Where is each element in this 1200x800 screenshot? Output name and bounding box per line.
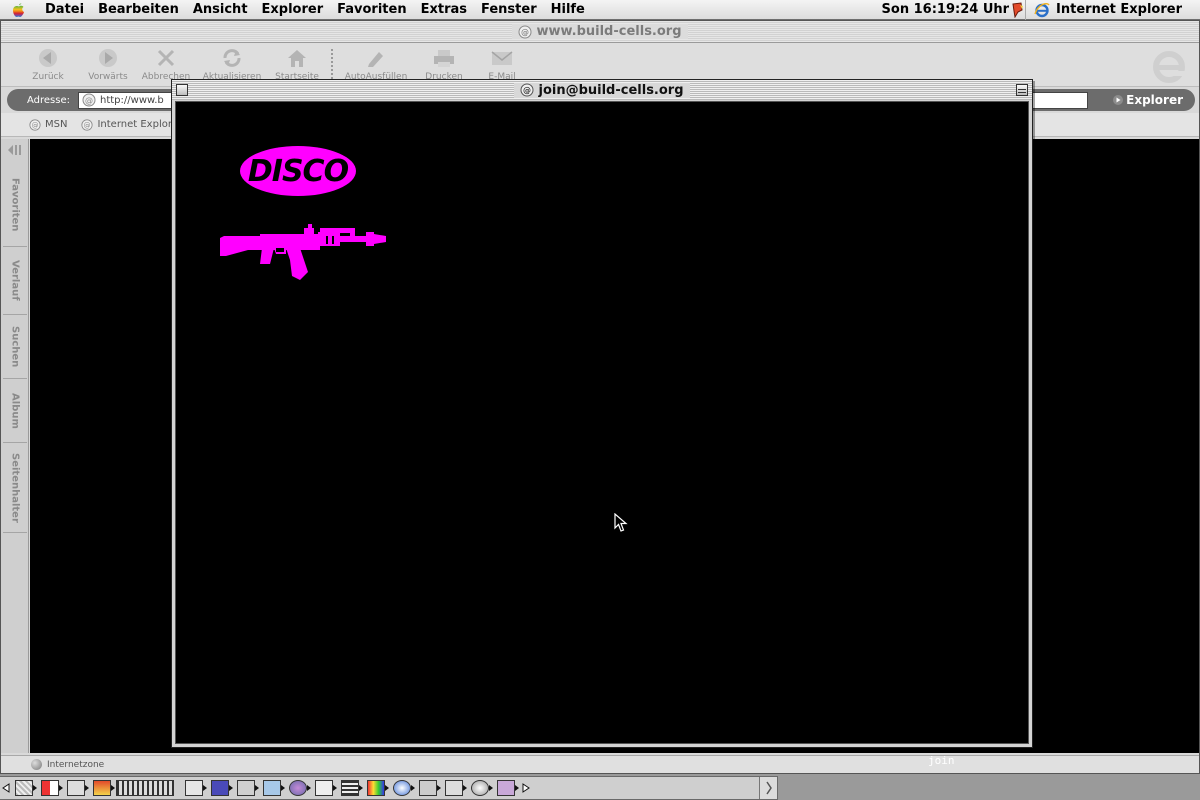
forward-arrow-icon	[96, 47, 120, 69]
arrow-cursor-icon	[614, 513, 628, 532]
status-bar: Internetzone	[1, 755, 1199, 773]
sound-volume-module-icon[interactable]	[312, 778, 337, 798]
printer-icon	[432, 47, 456, 69]
toolbar-separator	[331, 49, 333, 83]
menu-bar: Datei Bearbeiten Ansicht Explorer Favori…	[0, 0, 1200, 20]
apple-menu-icon[interactable]	[0, 0, 38, 20]
battery-module-icon[interactable]	[116, 780, 174, 796]
join-link[interactable]: join	[928, 754, 955, 767]
side-tab-suchen[interactable]: Suchen	[3, 315, 27, 379]
control-strip	[0, 776, 778, 800]
internet-zone-icon	[31, 759, 42, 770]
internet-explorer-logo-icon	[1149, 45, 1189, 85]
svg-text:@: @	[84, 121, 91, 129]
back-arrow-icon	[36, 47, 60, 69]
svg-text:@: @	[521, 28, 529, 37]
web-page-icon: @	[29, 118, 41, 131]
file-sharing-module-icon[interactable]	[90, 778, 115, 798]
menu-ansicht[interactable]: Ansicht	[186, 0, 255, 20]
svg-text:@: @	[32, 121, 39, 129]
refresh-icon	[220, 47, 244, 69]
web-page-icon: @	[82, 93, 96, 107]
explorer-go-button[interactable]: Explorer	[1113, 93, 1195, 107]
menu-clock[interactable]: Son 16:19:24 Uhr	[874, 2, 1012, 17]
svg-text:@: @	[523, 86, 531, 95]
keyboard-module-icon[interactable]	[208, 778, 233, 798]
home-icon	[285, 47, 309, 69]
stop-x-icon	[154, 47, 178, 69]
address-label: Adresse:	[27, 94, 70, 106]
menu-datei[interactable]: Datei	[38, 0, 91, 20]
popup-title-bar[interactable]: @ join@build-cells.org	[172, 80, 1032, 100]
menu-favoriten[interactable]: Favoriten	[330, 0, 413, 20]
control-strip-tab-icon[interactable]	[759, 777, 777, 799]
speech-module-icon[interactable]	[494, 778, 519, 798]
disco-logo-text: DISCO	[247, 153, 349, 189]
color-depth-module-icon[interactable]	[364, 778, 389, 798]
appletalk-module-icon[interactable]	[12, 778, 37, 798]
assault-rifle-icon	[220, 224, 386, 280]
quicktime-module-icon[interactable]	[390, 778, 415, 798]
side-tab-album[interactable]: Album	[3, 379, 27, 443]
side-tab-verlauf[interactable]: Verlauf	[3, 247, 27, 315]
speech-icon[interactable]	[1011, 1, 1025, 18]
disco-logo: DISCO	[238, 144, 358, 198]
monitor-module-icon[interactable]	[64, 778, 89, 798]
play-arrow-icon	[1113, 95, 1124, 105]
popup-content-area: DISCO join	[175, 101, 1029, 767]
web-sharing-module-icon[interactable]	[468, 778, 493, 798]
location-module-icon[interactable]	[260, 778, 285, 798]
explorer-bar-toggle-icon[interactable]	[4, 143, 26, 159]
collapse-box-icon[interactable]	[1016, 84, 1028, 96]
popup-title: join@build-cells.org	[538, 82, 684, 98]
side-tab-favoriten[interactable]: Favoriten	[3, 163, 27, 247]
printer-module-icon[interactable]	[182, 778, 207, 798]
internet-explorer-icon	[1034, 2, 1050, 17]
address-value: http://www.b	[100, 94, 164, 106]
printer-select-module-icon[interactable]	[234, 778, 259, 798]
side-tab-seitenhalter[interactable]: Seitenhalter	[3, 443, 27, 533]
web-page-icon: @	[520, 83, 534, 97]
forward-button[interactable]: Vorwärts	[77, 47, 139, 85]
back-button[interactable]: Zurück	[17, 47, 79, 85]
active-app-name: Internet Explorer	[1056, 2, 1182, 17]
svg-text:@: @	[85, 96, 93, 105]
menu-extras[interactable]: Extras	[414, 0, 474, 20]
menu-bearbeiten[interactable]: Bearbeiten	[91, 0, 186, 20]
autofill-pen-icon	[364, 47, 388, 69]
cd-strip-module-icon[interactable]	[38, 778, 63, 798]
application-menu[interactable]: Internet Explorer	[1025, 0, 1200, 20]
network-module-icon[interactable]	[416, 778, 441, 798]
status-zone-text: Internetzone	[47, 759, 105, 770]
browser-title: www.build-cells.org	[536, 24, 682, 39]
resolution-module-icon[interactable]	[338, 778, 363, 798]
web-page-icon: @	[81, 118, 94, 131]
menu-fenster[interactable]: Fenster	[474, 0, 544, 20]
favorite-internet-explorer[interactable]: @ Internet Explor	[81, 118, 172, 131]
web-page-icon: @	[518, 25, 532, 38]
control-strip-scroll-left-icon[interactable]	[0, 777, 12, 799]
popup-window: @ join@build-cells.org DISCO join	[171, 79, 1033, 767]
desktop-background	[778, 776, 1200, 800]
explorer-bar-tabs: Favoriten Verlauf Suchen Album Seitenhal…	[1, 139, 29, 753]
browser-title-bar[interactable]: @ www.build-cells.org	[1, 21, 1199, 43]
envelope-icon	[490, 47, 514, 69]
security-lock-module-icon[interactable]	[442, 778, 467, 798]
remote-access-module-icon[interactable]	[286, 778, 311, 798]
menu-explorer[interactable]: Explorer	[255, 0, 331, 20]
favorite-msn[interactable]: @ MSN	[29, 118, 67, 131]
control-strip-scroll-right-icon[interactable]	[520, 777, 532, 799]
menu-hilfe[interactable]: Hilfe	[544, 0, 592, 20]
close-box-icon[interactable]	[176, 84, 188, 96]
